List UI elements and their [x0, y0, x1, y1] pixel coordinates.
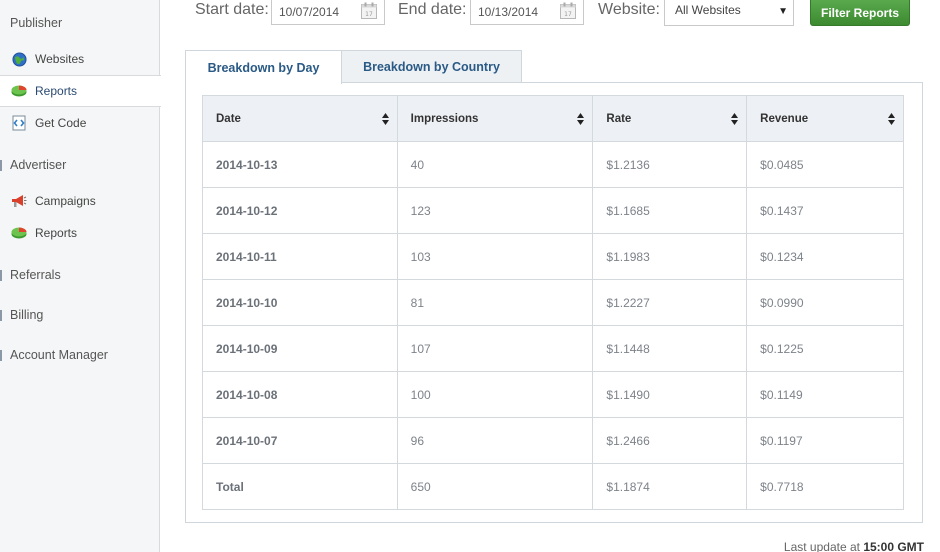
- svg-text:17: 17: [365, 11, 373, 18]
- calendar-icon[interactable]: 17: [560, 2, 576, 19]
- column-header-revenue[interactable]: Revenue: [746, 95, 904, 142]
- revenue-cell: $0.0485: [746, 141, 904, 188]
- revenue-cell: $0.1197: [746, 417, 904, 464]
- website-select[interactable]: All Websites ▼: [664, 0, 794, 26]
- sidebar: Publisher Websites Reports Get Code Adve…: [0, 0, 161, 552]
- sort-icon: [381, 113, 389, 125]
- website-select-value: All Websites: [675, 3, 741, 17]
- impressions-cell: 100: [396, 371, 594, 418]
- table-row: 2014-10-11 103 $1.1983 $0.1234: [202, 233, 904, 280]
- table-row: 2014-10-10 81 $1.2227 $0.0990: [202, 279, 904, 326]
- globe-icon: [11, 51, 27, 67]
- date-cell: 2014-10-13: [202, 141, 398, 188]
- table-total-row: Total 650 $1.1874 $0.7718: [202, 463, 904, 510]
- website-label: Website:: [598, 1, 660, 18]
- chart-icon: [11, 83, 27, 99]
- end-date-label: End date:: [398, 1, 467, 18]
- impressions-cell: 81: [396, 279, 594, 326]
- calendar-icon[interactable]: 17: [361, 2, 377, 19]
- rate-cell: $1.1685: [592, 187, 748, 234]
- column-header-date[interactable]: Date: [202, 95, 398, 142]
- column-header-impressions[interactable]: Impressions: [396, 95, 594, 142]
- date-cell: 2014-10-07: [202, 417, 398, 464]
- sidebar-item-campaigns[interactable]: Campaigns: [0, 185, 159, 217]
- sidebar-item-label: Campaigns: [35, 194, 96, 208]
- report-table: Date Impressions Rate Revenue 2014-10-13…: [202, 95, 904, 510]
- rate-cell: $1.1490: [592, 371, 748, 418]
- revenue-cell: $0.1437: [746, 187, 904, 234]
- sidebar-item-account-manager[interactable]: Account Manager: [0, 347, 108, 363]
- revenue-cell: $0.0990: [746, 279, 904, 326]
- date-cell: 2014-10-10: [202, 279, 398, 326]
- sidebar-item-referrals[interactable]: Referrals: [0, 267, 61, 283]
- code-icon: [11, 115, 27, 131]
- sidebar-section-advertiser: Advertiser: [0, 157, 66, 173]
- tab-breakdown-by-country[interactable]: Breakdown by Country: [342, 50, 522, 83]
- revenue-cell: $0.1234: [746, 233, 904, 280]
- total-label-cell: Total: [202, 463, 398, 510]
- rate-cell: $1.2227: [592, 279, 748, 326]
- sort-icon: [731, 113, 739, 125]
- column-header-rate[interactable]: Rate: [592, 95, 748, 142]
- megaphone-icon: [11, 193, 27, 209]
- sidebar-item-advertiser-reports[interactable]: Reports: [0, 217, 159, 249]
- svg-text:17: 17: [564, 11, 572, 18]
- revenue-cell: $0.7718: [746, 463, 904, 510]
- impressions-cell: 40: [396, 141, 594, 188]
- impressions-cell: 107: [396, 325, 594, 372]
- start-date-label: Start date:: [195, 1, 269, 18]
- table-row: 2014-10-12 123 $1.1685 $0.1437: [202, 187, 904, 234]
- sidebar-item-websites[interactable]: Websites: [0, 43, 159, 75]
- sidebar-item-label: Get Code: [35, 116, 87, 130]
- table-header-row: Date Impressions Rate Revenue: [202, 95, 904, 142]
- sort-icon: [577, 113, 585, 125]
- table-row: 2014-10-07 96 $1.2466 $0.1197: [202, 417, 904, 464]
- sidebar-item-label: Websites: [35, 52, 85, 66]
- sidebar-item-get-code[interactable]: Get Code: [0, 107, 159, 139]
- sidebar-item-label: Reports: [35, 226, 78, 240]
- sidebar-section-publisher: Publisher: [10, 16, 63, 30]
- date-cell: 2014-10-11: [202, 233, 398, 280]
- rate-cell: $1.2466: [592, 417, 748, 464]
- rate-cell: $1.1448: [592, 325, 748, 372]
- date-cell: 2014-10-09: [202, 325, 398, 372]
- last-update-time: 15:00 GMT: [863, 540, 924, 552]
- impressions-cell: 123: [396, 187, 594, 234]
- last-update-note: Last update at 15:00 GMT: [784, 540, 924, 552]
- revenue-cell: $0.1149: [746, 371, 904, 418]
- impressions-cell: 103: [396, 233, 594, 280]
- revenue-cell: $0.1225: [746, 325, 904, 372]
- table-row: 2014-10-13 40 $1.2136 $0.0485: [202, 141, 904, 188]
- rate-cell: $1.2136: [592, 141, 748, 188]
- sidebar-item-reports[interactable]: Reports: [0, 75, 161, 107]
- tab-breakdown-by-day[interactable]: Breakdown by Day: [185, 50, 342, 84]
- caret-down-icon: ▼: [778, 6, 788, 17]
- filter-reports-button[interactable]: Filter Reports: [810, 0, 910, 26]
- impressions-cell: 96: [396, 417, 594, 464]
- sidebar-item-billing[interactable]: Billing: [0, 307, 43, 323]
- impressions-cell: 650: [396, 463, 594, 510]
- table-row: 2014-10-08 100 $1.1490 $0.1149: [202, 371, 904, 418]
- sort-icon: [888, 113, 895, 125]
- date-cell: 2014-10-12: [202, 187, 398, 234]
- rate-cell: $1.1983: [592, 233, 748, 280]
- table-row: 2014-10-09 107 $1.1448 $0.1225: [202, 325, 904, 372]
- date-cell: 2014-10-08: [202, 371, 398, 418]
- sidebar-item-label: Reports: [35, 84, 78, 98]
- last-update-prefix: Last update at: [783, 540, 860, 552]
- rate-cell: $1.1874: [592, 463, 748, 510]
- chart-icon: [11, 225, 27, 241]
